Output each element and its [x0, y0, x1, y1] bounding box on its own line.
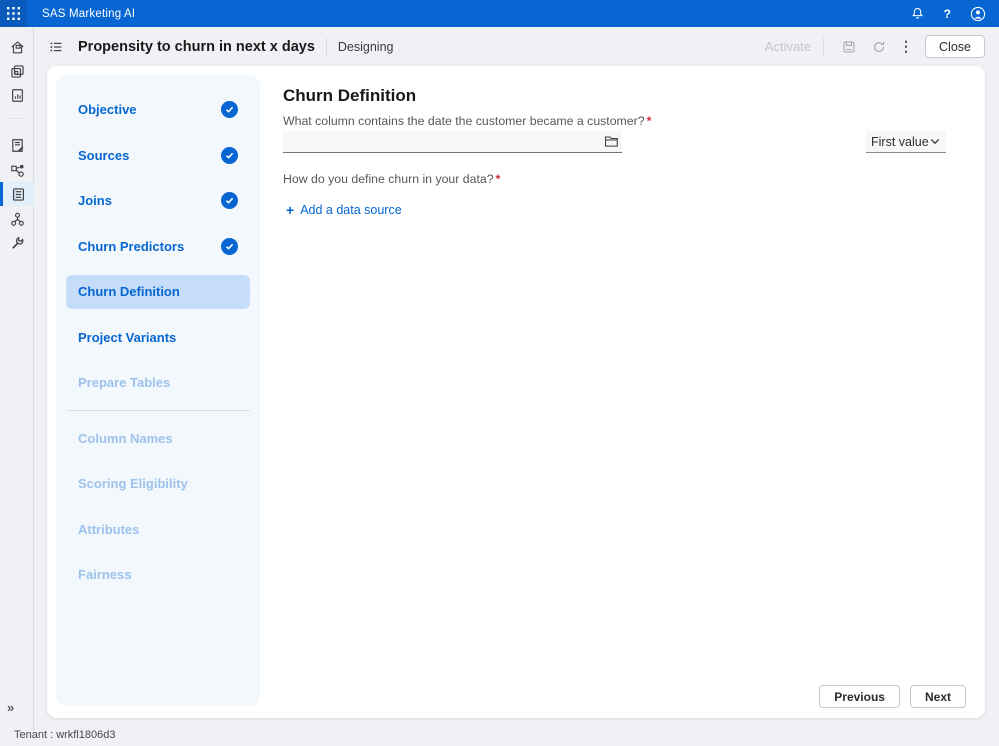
step-sources[interactable]: Sources [66, 138, 250, 172]
flow-nodes-icon[interactable] [5, 158, 29, 182]
wizard-navigation: Previous Next [819, 685, 966, 708]
step-completed-check-icon [221, 101, 238, 119]
customer-date-question-label: What column contains the date the custom… [283, 114, 651, 128]
customer-date-column-input[interactable] [283, 131, 600, 152]
save-icon[interactable] [837, 35, 861, 59]
wizard-steps-panel: Objective Sources Joins Churn Predictors… [56, 75, 260, 706]
browse-folder-icon[interactable] [600, 132, 622, 152]
step-completed-check-icon [221, 146, 238, 164]
step-churn-predictors[interactable]: Churn Predictors [66, 229, 250, 263]
step-project-variants[interactable]: Project Variants [66, 320, 250, 354]
churn-definition-form: Churn Definition What column contains th… [283, 66, 976, 718]
step-label: Project Variants [78, 329, 177, 345]
report-chart-icon[interactable] [5, 83, 29, 107]
add-data-source-label: Add a data source [300, 203, 402, 217]
project-header: Propensity to churn in next x days Desig… [35, 27, 999, 66]
chevron-down-icon [930, 138, 940, 145]
value-method-selected: First value [871, 134, 929, 149]
step-attributes: Attributes [66, 512, 250, 546]
steps-divider-row [56, 406, 260, 416]
help-icon[interactable]: ? [944, 7, 951, 21]
required-marker: * [495, 172, 501, 186]
tenant-label: Tenant : wrkfl1806d3 [14, 729, 116, 741]
grid-dots-glyph [7, 7, 20, 20]
project-status: Designing [337, 39, 394, 54]
plus-icon: + [286, 202, 295, 218]
left-icon-rail: » [0, 27, 34, 731]
close-button[interactable]: Close [925, 35, 985, 58]
expand-rail-icon[interactable]: » [7, 700, 14, 715]
step-label: Churn Predictors [78, 238, 185, 254]
step-label: Joins [78, 193, 112, 209]
question-text: How do you define churn in your data? [283, 172, 494, 186]
step-label: Churn Definition [78, 284, 180, 300]
customer-date-column-field [283, 131, 622, 153]
project-wizard-card: Objective Sources Joins Churn Predictors… [47, 66, 985, 718]
previous-button[interactable]: Previous [819, 685, 900, 708]
page-title: Churn Definition [283, 86, 417, 105]
projects-list-icon-selected[interactable] [0, 182, 34, 206]
user-avatar-icon[interactable] [970, 6, 986, 22]
step-label: Fairness [78, 567, 132, 583]
value-method-dropdown[interactable]: First value [866, 131, 946, 153]
required-marker: * [646, 114, 652, 128]
wrench-tools-icon[interactable] [5, 231, 29, 255]
question-text: What column contains the date the custom… [283, 114, 645, 128]
step-label: Scoring Eligibility [78, 476, 188, 492]
more-options-kebab-icon[interactable]: ⋮ [897, 38, 915, 55]
steps-divider [66, 410, 250, 411]
rail-divider [8, 118, 26, 119]
add-data-source-link[interactable]: + Add a data source [286, 202, 402, 218]
document-edit-icon[interactable] [5, 133, 29, 157]
refresh-icon[interactable] [867, 35, 891, 59]
activate-button-disabled[interactable]: Activate [765, 39, 811, 54]
define-churn-question-label: How do you define churn in your data? * [283, 172, 500, 186]
header-divider [823, 36, 825, 57]
contents-list-icon[interactable] [48, 39, 64, 55]
title-status-divider [325, 38, 327, 55]
step-fairness: Fairness [66, 558, 250, 592]
step-completed-check-icon [221, 237, 238, 255]
step-scoring-eligibility: Scoring Eligibility [66, 467, 250, 501]
next-button[interactable]: Next [909, 685, 966, 708]
step-label: Sources [78, 147, 130, 163]
apps-grid-icon[interactable] [0, 0, 27, 27]
step-label: Column Names [78, 430, 173, 446]
step-joins[interactable]: Joins [66, 184, 250, 218]
app-title: SAS Marketing AI [42, 7, 136, 20]
step-label: Prepare Tables [78, 375, 171, 391]
step-completed-check-icon [221, 192, 238, 210]
step-label: Objective [78, 102, 137, 118]
home-icon[interactable] [5, 35, 29, 59]
step-column-names: Column Names [66, 421, 250, 455]
notifications-bell-icon[interactable] [910, 6, 925, 21]
step-prepare-tables: Prepare Tables [66, 366, 250, 400]
step-churn-definition-active[interactable]: Churn Definition [66, 274, 250, 309]
project-title: Propensity to churn in next x days [78, 38, 315, 55]
hierarchy-icon[interactable] [5, 207, 29, 231]
step-label: Attributes [78, 521, 140, 537]
step-objective[interactable]: Objective [66, 93, 250, 127]
segments-copies-icon[interactable] [5, 59, 29, 83]
application-bar: SAS Marketing AI ? [0, 0, 999, 27]
